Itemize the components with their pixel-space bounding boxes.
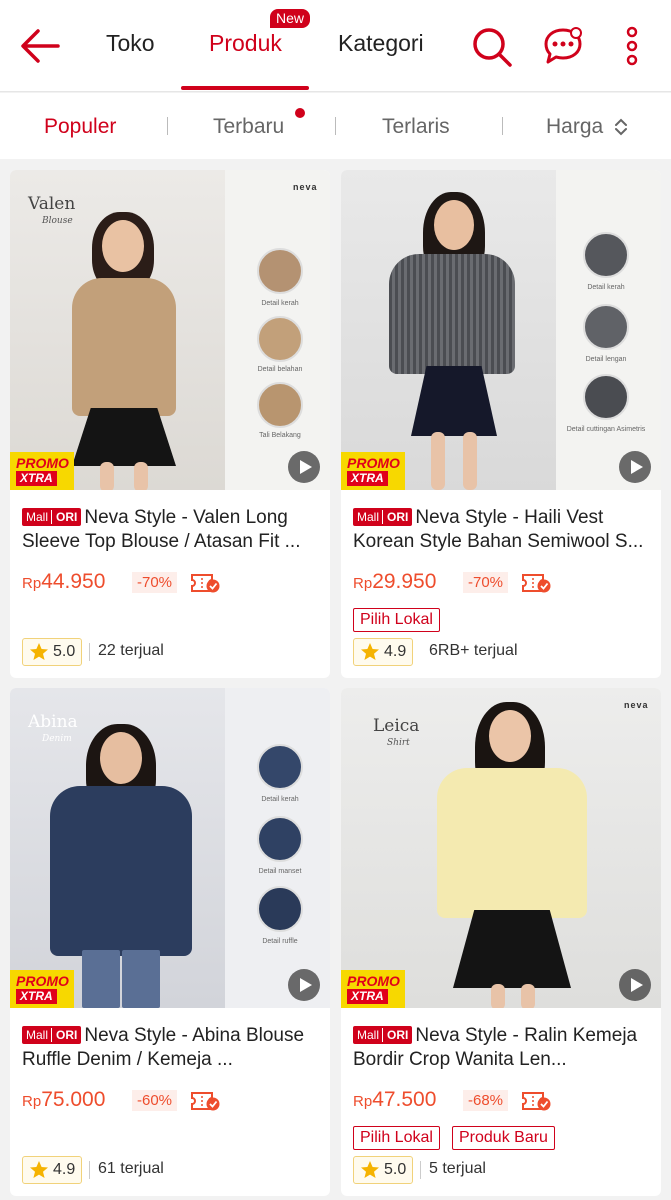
tab-produk[interactable]: Produk	[209, 30, 282, 57]
voucher-icon	[522, 574, 551, 593]
product-card[interactable]: Abina Denim neva Detail kerah Detail man…	[10, 688, 330, 1196]
star-icon	[30, 643, 48, 660]
image-subtitle: Denim	[42, 734, 72, 744]
voucher-icon	[522, 1092, 551, 1111]
mall-ori-badge: Mall ORI	[353, 508, 413, 526]
image-caption: Detail kerah	[261, 300, 299, 307]
product-price: Rp44.950	[22, 570, 106, 593]
arrow-left-icon[interactable]	[18, 26, 62, 66]
mall-ori-badge: Mall ORI	[353, 1026, 413, 1044]
play-video-icon[interactable]	[619, 451, 651, 483]
image-caption: Detail belahan	[257, 366, 303, 373]
product-card[interactable]: Leica Shirt neva PROMO XTRA Mall ORI Neva …	[341, 688, 661, 1196]
product-image[interactable]: Valen Blouse neva Detail kerah Detail be…	[10, 170, 330, 490]
image-caption: Detail ruffle	[262, 938, 298, 945]
tag-produk-baru: Produk Baru	[452, 1126, 555, 1150]
discount-badge: -60%	[132, 1090, 178, 1111]
star-icon	[361, 1161, 379, 1178]
image-caption: Detail manset	[258, 868, 302, 875]
divider	[167, 117, 168, 135]
voucher-icon	[191, 574, 220, 593]
rating-badge: 5.0	[353, 1156, 413, 1184]
promo-xtra-badge: PROMO XTRA	[341, 970, 405, 1008]
rating-badge: 4.9	[353, 638, 413, 666]
product-image[interactable]: Leica Shirt neva PROMO XTRA	[341, 688, 661, 1008]
discount-badge: -70%	[132, 572, 178, 593]
image-caption: Detail lengan	[585, 356, 627, 363]
sort-populer[interactable]: Populer	[44, 115, 116, 139]
product-title[interactable]: Mall ORI Neva Style - Ralin Kemeja Bordir …	[353, 1024, 653, 1072]
chat-icon[interactable]	[542, 25, 584, 67]
search-icon[interactable]	[470, 25, 514, 69]
mall-ori-badge: Mall ORI	[22, 1026, 82, 1044]
tab-toko[interactable]: Toko	[106, 30, 155, 57]
promo-xtra-badge: PROMO XTRA	[10, 452, 74, 490]
image-brand: neva	[293, 182, 318, 192]
product-card[interactable]: Valen Blouse neva Detail kerah Detail be…	[10, 170, 330, 678]
product-title[interactable]: Mall ORI Neva Style - Haili Vest Korean St…	[353, 506, 653, 554]
promo-xtra-badge: PROMO XTRA	[10, 970, 74, 1008]
sold-count: 61 terjual	[98, 1160, 164, 1177]
discount-badge: -68%	[463, 1090, 509, 1111]
new-badge: New	[270, 9, 311, 28]
sort-updown-icon[interactable]	[613, 117, 629, 137]
top-bar: Toko Produk New Kategori	[0, 0, 671, 92]
image-subtitle: Blouse	[42, 216, 73, 226]
sort-bar: Populer Terbaru Terlaris Harga	[0, 93, 671, 159]
product-price: Rp75.000	[22, 1088, 106, 1111]
play-video-icon[interactable]	[288, 969, 320, 1001]
sort-terlaris[interactable]: Terlaris	[382, 115, 450, 139]
divider	[502, 117, 503, 135]
image-caption: Detail kerah	[587, 284, 625, 291]
product-title[interactable]: Mall ORI Neva Style - Valen Long Sleeve To…	[22, 506, 322, 554]
image-title: Abina	[28, 712, 78, 732]
play-video-icon[interactable]	[619, 969, 651, 1001]
product-title[interactable]: Mall ORI Neva Style - Abina Blouse Ruffle …	[22, 1024, 322, 1072]
more-vertical-icon[interactable]	[618, 25, 646, 67]
active-tab-indicator	[181, 86, 309, 90]
rating-badge: 4.9	[22, 1156, 82, 1184]
star-icon	[361, 643, 379, 660]
product-image[interactable]: Abina Denim neva Detail kerah Detail man…	[10, 688, 330, 1008]
image-subtitle: Shirt	[387, 738, 410, 748]
notification-dot	[295, 108, 305, 118]
image-title: Valen	[28, 194, 76, 214]
mall-ori-badge: Mall ORI	[22, 508, 82, 526]
product-price: Rp29.950	[353, 570, 437, 593]
star-icon	[30, 1161, 48, 1178]
sold-count: 5 terjual	[429, 1160, 486, 1177]
image-caption: Detail kerah	[261, 796, 299, 803]
image-title: Leica	[373, 716, 420, 736]
sort-terbaru[interactable]: Terbaru	[213, 115, 284, 139]
play-video-icon[interactable]	[288, 451, 320, 483]
voucher-icon	[191, 1092, 220, 1111]
promo-xtra-badge: PROMO XTRA	[341, 452, 405, 490]
sold-count: 22 terjual	[98, 642, 164, 659]
tag-pilih-lokal: Pilih Lokal	[353, 608, 440, 632]
product-price: Rp47.500	[353, 1088, 437, 1111]
sold-count: 6RB+ terjual	[429, 642, 518, 659]
image-brand: neva	[624, 700, 649, 710]
product-card[interactable]: neva Detail kerah Detail lengan Detail c…	[341, 170, 661, 678]
product-image[interactable]: neva Detail kerah Detail lengan Detail c…	[341, 170, 661, 490]
divider	[335, 117, 336, 135]
discount-badge: -70%	[463, 572, 509, 593]
image-caption: Tali Belakang	[259, 432, 301, 439]
rating-badge: 5.0	[22, 638, 82, 666]
image-caption: Detail cuttingan Asimetris	[566, 426, 646, 433]
tag-pilih-lokal: Pilih Lokal	[353, 1126, 440, 1150]
tab-kategori[interactable]: Kategori	[338, 30, 424, 57]
sort-harga[interactable]: Harga	[546, 115, 603, 139]
